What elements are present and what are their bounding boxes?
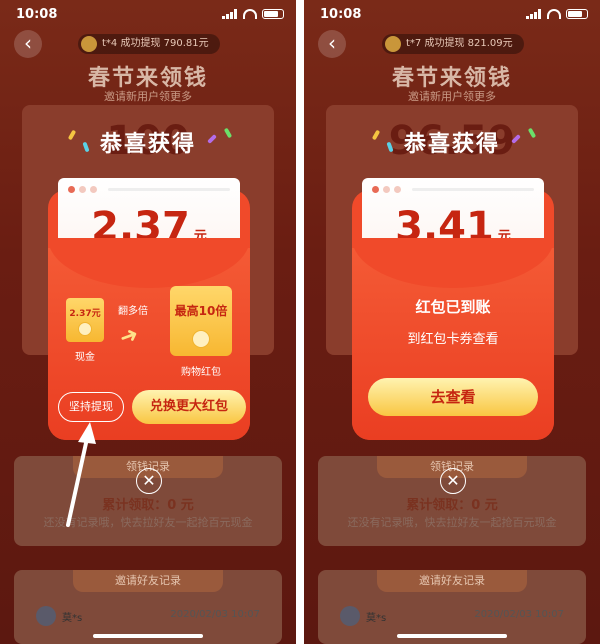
shopping-label: 购物红包 xyxy=(181,367,221,378)
status-bar: 10:08 xyxy=(0,6,296,24)
invite-header: 邀请好友记录 xyxy=(73,570,223,592)
status-time: 10:08 xyxy=(320,7,362,22)
no-records-text: 还没有记录哦，快去拉好友一起抢百元现金 xyxy=(43,516,253,529)
invite-header: 邀请好友记录 xyxy=(377,570,527,592)
battery-icon xyxy=(566,9,588,19)
received-text: 红包已到账 xyxy=(415,298,491,316)
cash-coupon: 2.37元 xyxy=(66,298,104,342)
multiply-label: 翻多倍 xyxy=(118,306,148,317)
red-envelope-modal: 2.37 元 2.37元 现金 翻多倍 ➜ 最高10倍 购物红包 坚持提现 兑换更… xyxy=(44,178,254,440)
back-button[interactable]: ‹ xyxy=(14,30,42,58)
close-icon[interactable]: ✕ xyxy=(136,468,162,494)
friend-date: 2020/02/03 10:07 xyxy=(170,609,260,620)
congrats-title: 恭喜获得 xyxy=(403,132,500,157)
keep-withdraw-button[interactable]: 坚持提现 xyxy=(58,392,124,422)
friend-name: 莫*s xyxy=(366,613,387,624)
invite-panel: 邀请好友记录 莫*s 2020/02/03 10:07 xyxy=(14,570,282,644)
exchange-button[interactable]: 兑换更大红包 xyxy=(132,390,246,424)
battery-icon xyxy=(262,9,284,19)
signal-icon xyxy=(222,9,238,19)
wifi-icon xyxy=(243,9,257,19)
signal-icon xyxy=(526,9,542,19)
avatar xyxy=(81,36,97,52)
coin-icon xyxy=(192,330,210,348)
page-subtitle: 邀请新用户领更多 xyxy=(408,90,496,103)
phone-screen-left: 10:08 ‹ t*4 成功提现 790.81元 春节来领钱 邀请新用户领更多 … xyxy=(0,0,296,644)
withdraw-ticker: t*4 成功提现 790.81元 xyxy=(78,34,220,54)
friend-date: 2020/02/03 10:07 xyxy=(474,609,564,620)
shopping-coupon: 最高10倍 xyxy=(170,286,232,356)
friend-avatar xyxy=(340,606,360,626)
status-bar: 10:08 xyxy=(304,6,600,24)
no-records-text: 还没有记录哦，快去拉好友一起抢百元现金 xyxy=(347,516,557,529)
close-icon[interactable]: ✕ xyxy=(440,468,466,494)
list-item: 莫*s 2020/02/03 10:07 xyxy=(340,604,564,628)
check-hint-text: 到红包卡券查看 xyxy=(407,332,499,347)
pointer-arrow-icon xyxy=(66,422,96,527)
status-time: 10:08 xyxy=(16,7,58,22)
cash-label: 现金 xyxy=(75,352,95,363)
list-item: 莫*s 2020/02/03 10:07 xyxy=(36,604,260,628)
friend-name: 莫*s xyxy=(62,613,83,624)
view-button[interactable]: 去查看 xyxy=(368,378,538,416)
coin-icon xyxy=(78,322,92,336)
withdraw-ticker: t*7 成功提现 821.09元 xyxy=(382,34,524,54)
avatar xyxy=(385,36,401,52)
invite-panel: 邀请好友记录 莫*s 2020/02/03 10:07 xyxy=(318,570,586,644)
back-button[interactable]: ‹ xyxy=(318,30,346,58)
wifi-icon xyxy=(547,9,561,19)
home-indicator xyxy=(93,634,203,638)
red-envelope-modal: 3.41 元 红包已到账 到红包卡券查看 去查看 xyxy=(348,178,558,440)
friend-avatar xyxy=(36,606,56,626)
page-subtitle: 邀请新用户领更多 xyxy=(104,90,192,103)
phone-screen-right: 10:08 ‹ t*7 成功提现 821.09元 春节来领钱 邀请新用户领更多 … xyxy=(304,0,600,644)
cumulative-text: 累计领取：0 元 xyxy=(102,498,194,513)
cumulative-text: 累计领取：0 元 xyxy=(406,498,498,513)
home-indicator xyxy=(397,634,507,638)
congrats-title: 恭喜获得 xyxy=(99,132,196,157)
